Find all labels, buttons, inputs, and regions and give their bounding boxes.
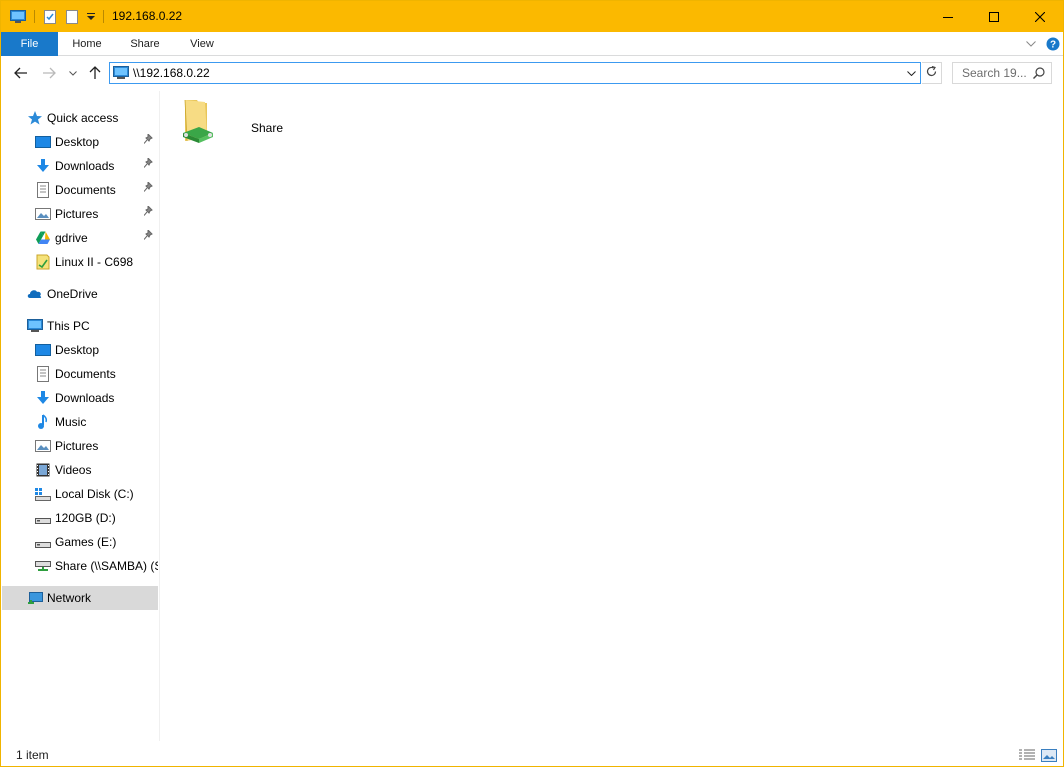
help-icon[interactable]: ? — [1044, 32, 1062, 56]
navigation-pane: Quick access Desktop Downloads Documents… — [2, 91, 160, 741]
properties-icon[interactable] — [42, 1, 58, 32]
sidebar-item-pc-documents[interactable]: Documents — [2, 362, 158, 386]
sidebar-item-pc-120gb-d[interactable]: 120GB (D:) — [2, 506, 158, 530]
close-button[interactable] — [1017, 1, 1063, 32]
minimize-button[interactable] — [925, 1, 971, 32]
pin-icon — [143, 226, 153, 250]
documents-icon — [35, 366, 51, 382]
status-bar: 1 item — [1, 743, 1063, 767]
sidebar-item-pc-music[interactable]: Music — [2, 410, 158, 434]
refresh-button[interactable] — [922, 62, 942, 84]
music-icon — [35, 414, 51, 430]
tab-file[interactable]: File — [1, 32, 58, 56]
videos-icon — [35, 462, 51, 478]
window-title: 192.168.0.22 — [112, 9, 183, 23]
drive-icon — [35, 534, 51, 550]
folder-shortcut-icon — [35, 254, 51, 270]
sidebar-item-network[interactable]: Network — [2, 586, 158, 610]
item-count: 1 item — [16, 748, 49, 762]
details-view-icon[interactable] — [1019, 748, 1035, 762]
sidebar-item-quick-desktop[interactable]: Desktop — [2, 130, 158, 154]
sidebar-item-pc-local-disk-c[interactable]: Local Disk (C:) — [2, 482, 158, 506]
google-drive-icon — [35, 230, 51, 246]
sidebar-item-pc-videos[interactable]: Videos — [2, 458, 158, 482]
back-arrow-icon[interactable] — [11, 63, 31, 83]
recent-locations-chevron-down-icon[interactable] — [67, 63, 79, 83]
pin-icon — [143, 130, 153, 154]
sidebar-item-pc-pictures[interactable]: Pictures — [2, 434, 158, 458]
ribbon-tabs: File Home Share View ? — [1, 32, 1063, 56]
tab-share[interactable]: Share — [121, 32, 169, 56]
network-share-folder-icon — [179, 97, 219, 148]
sidebar-item-pc-games-e[interactable]: Games (E:) — [2, 530, 158, 554]
sidebar-item-pc-downloads[interactable]: Downloads — [2, 386, 158, 410]
network-drive-icon — [35, 558, 51, 574]
maximize-button[interactable] — [971, 1, 1017, 32]
address-text[interactable]: \\192.168.0.22 — [133, 63, 210, 83]
downloads-icon — [35, 390, 51, 406]
downloads-icon — [35, 158, 51, 174]
title-bar: 192.168.0.22 — [1, 1, 1063, 32]
documents-icon — [35, 182, 51, 198]
forward-arrow-icon[interactable] — [39, 63, 59, 83]
sidebar-item-quick-access[interactable]: Quick access — [2, 106, 158, 130]
address-history-chevron-down-icon[interactable] — [904, 63, 918, 83]
search-icon[interactable] — [1033, 67, 1045, 82]
drive-icon — [35, 510, 51, 526]
share-folder-label: Share — [251, 121, 284, 135]
sidebar-item-quick-pictures[interactable]: Pictures — [2, 202, 158, 226]
refresh-icon — [926, 65, 937, 80]
customize-toolbar-dropdown-icon[interactable] — [85, 1, 97, 32]
search-input[interactable]: Search 19... — [962, 63, 1027, 83]
tab-view[interactable]: View — [178, 32, 226, 56]
desktop-icon — [35, 342, 51, 358]
onedrive-cloud-icon — [27, 286, 43, 302]
pictures-icon — [35, 206, 51, 222]
sidebar-item-quick-gdrive[interactable]: gdrive — [2, 226, 158, 250]
this-pc-icon — [27, 318, 43, 334]
sidebar-item-onedrive[interactable]: OneDrive — [2, 282, 158, 306]
sidebar-item-quick-downloads[interactable]: Downloads — [2, 154, 158, 178]
share-folder-item[interactable]: Share — [179, 97, 299, 149]
up-arrow-icon[interactable] — [85, 63, 105, 83]
tab-home[interactable]: Home — [63, 32, 111, 56]
sidebar-item-quick-linux[interactable]: Linux II - C698 — [2, 250, 158, 274]
desktop-icon — [35, 134, 51, 150]
new-folder-icon[interactable] — [64, 1, 80, 32]
sidebar-item-this-pc[interactable]: This PC — [2, 314, 158, 338]
large-icons-view-icon[interactable] — [1041, 748, 1057, 762]
sidebar-item-pc-desktop[interactable]: Desktop — [2, 338, 158, 362]
pictures-icon — [35, 438, 51, 454]
search-box[interactable]: Search 19... — [952, 62, 1052, 84]
sidebar-item-quick-documents[interactable]: Documents — [2, 178, 158, 202]
file-explorer-window: 192.168.0.22 File Home Share View ? \\19… — [0, 0, 1064, 767]
pin-icon — [143, 202, 153, 226]
pin-icon — [143, 178, 153, 202]
file-list: Share — [161, 91, 1063, 741]
address-bar[interactable]: \\192.168.0.22 — [109, 62, 921, 84]
pin-icon — [143, 154, 153, 178]
windows-drive-icon — [35, 486, 51, 502]
expand-ribbon-icon[interactable] — [1022, 32, 1040, 56]
sidebar-item-pc-share-samba[interactable]: Share (\\SAMBA) (S — [2, 554, 158, 578]
network-icon — [27, 590, 43, 606]
this-pc-icon[interactable] — [9, 1, 27, 32]
svg-text:?: ? — [1050, 40, 1056, 51]
star-icon — [27, 110, 43, 126]
network-computer-icon — [113, 66, 129, 83]
